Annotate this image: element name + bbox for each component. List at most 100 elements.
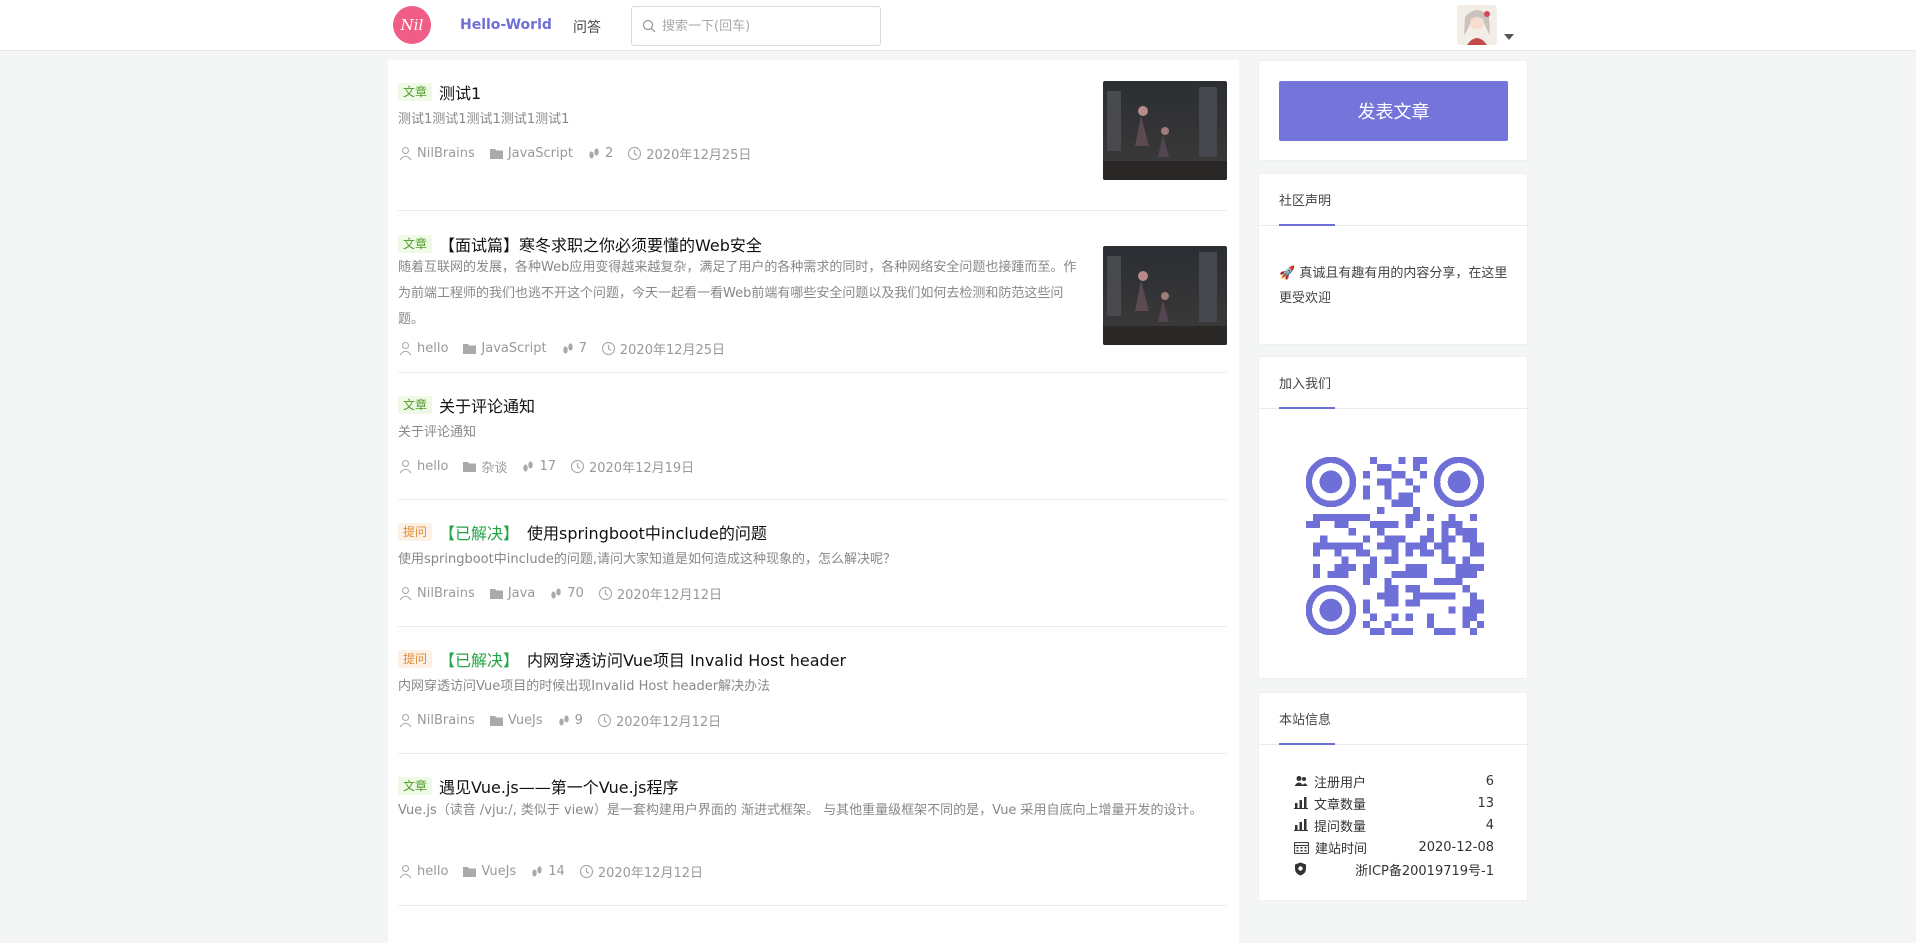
article-summary: 内网穿透访问Vue项目的时候出现Invalid Host header解决办法 xyxy=(398,679,771,694)
category[interactable]: VueJs xyxy=(489,713,543,728)
views-count: 9 xyxy=(574,713,583,728)
date-text: 2020年12月12日 xyxy=(615,715,722,730)
article-summary: 关于评论通知 xyxy=(398,425,477,440)
article-meta: hello VueJs 14 2020年12月12日 xyxy=(398,862,717,881)
article-summary: 测试1测试1测试1测试1测试1 xyxy=(398,112,570,127)
author[interactable]: NilBrains xyxy=(398,713,475,728)
site-info-title: 本站信息 xyxy=(1279,713,1332,728)
author[interactable]: NilBrains xyxy=(398,586,475,601)
user-icon xyxy=(399,146,412,161)
qr-code-icon xyxy=(1306,457,1484,635)
stat-icp-record[interactable]: 浙ICP备20019719号-1 xyxy=(1294,858,1494,880)
user-menu-caret-icon[interactable] xyxy=(1504,34,1514,40)
footprint-icon xyxy=(523,460,534,472)
solved-badge: 【已解决】 xyxy=(439,651,520,670)
category[interactable]: VueJs xyxy=(462,864,516,879)
author[interactable]: hello xyxy=(398,341,448,356)
stat-label: 注册用户 xyxy=(1314,775,1367,791)
stat-value: 2020-12-08 xyxy=(1418,839,1494,855)
publish-article-button[interactable]: 发表文章 xyxy=(1279,81,1508,141)
publish-card: 发表文章 xyxy=(1258,60,1528,161)
article-title[interactable]: 遇见Vue.js——第一个Vue.js程序 xyxy=(439,774,678,798)
article-tag: 文章 xyxy=(398,235,433,253)
date-text: 2020年12月12日 xyxy=(616,588,722,603)
user-avatar[interactable] xyxy=(1457,5,1497,45)
category[interactable]: JavaScript xyxy=(489,146,573,161)
date-text: 2020年12月12日 xyxy=(597,866,703,881)
icp-text[interactable]: 浙ICP备20019719号-1 xyxy=(1355,860,1494,879)
article-tag: 文章 xyxy=(398,396,433,414)
author[interactable]: NilBrains xyxy=(398,146,475,161)
nav-hello-world[interactable]: Hello-World xyxy=(460,17,552,33)
clock-icon xyxy=(579,864,593,879)
author[interactable]: hello xyxy=(398,459,448,474)
solved-badge: 【已解决】 xyxy=(439,524,520,543)
views: 70 xyxy=(549,586,584,601)
article-list: 文章 测试1 测试1测试1测试1测试1测试1 NilBrains JavaScr… xyxy=(388,60,1239,943)
category-name: VueJs xyxy=(507,713,543,728)
stat-founded-date: 建站时间 2020-12-08 xyxy=(1294,836,1494,858)
footprint-icon xyxy=(532,865,542,877)
category[interactable]: JavaScript xyxy=(462,341,547,356)
folder-icon xyxy=(463,462,477,472)
article-thumbnail[interactable] xyxy=(1103,246,1227,345)
article-meta: hello JavaScript 7 2020年12月25日 xyxy=(398,339,739,358)
search-box[interactable] xyxy=(631,6,881,46)
category[interactable]: Java xyxy=(489,586,535,601)
stat-label: 建站时间 xyxy=(1315,841,1368,857)
question-tag: 提问 xyxy=(398,650,433,668)
footprint-icon xyxy=(562,342,573,354)
folder-icon xyxy=(489,589,503,599)
article-title[interactable]: 关于评论通知 xyxy=(439,393,535,417)
article-title[interactable]: 测试1 xyxy=(439,80,481,104)
article-title[interactable]: 【面试篇】寒冬求职之你必须要懂的Web安全 xyxy=(439,232,762,256)
nav-qa[interactable]: 问答 xyxy=(573,17,601,37)
user-icon xyxy=(399,864,412,879)
clock-icon xyxy=(597,713,612,728)
views: 7 xyxy=(561,341,587,356)
author[interactable]: hello xyxy=(398,864,448,879)
stat-article-count: 文章数量 13 xyxy=(1294,792,1494,814)
date: 2020年12月12日 xyxy=(598,584,722,603)
date-text: 2020年12月25日 xyxy=(646,148,752,163)
stat-label: 提问数量 xyxy=(1314,819,1367,835)
header-underline xyxy=(1279,743,1335,745)
views-count: 17 xyxy=(539,459,556,474)
views: 17 xyxy=(521,459,556,474)
author-name: hello xyxy=(417,459,449,474)
author-name: NilBrains xyxy=(417,713,475,728)
article-item[interactable]: 文章 测试1 测试1测试1测试1测试1测试1 NilBrains JavaScr… xyxy=(398,60,1227,211)
article-item[interactable]: 提问 【已解决】 使用springboot中include的问题 使用sprin… xyxy=(398,500,1227,627)
article-summary: Vue.js（读音 /vjuː/, 类似于 view）是一套构建用户界面的 渐进… xyxy=(398,803,1203,818)
article-title[interactable]: 使用springboot中include的问题 xyxy=(527,520,767,544)
category[interactable]: 杂谈 xyxy=(462,457,507,476)
stat-value: 4 xyxy=(1485,817,1494,833)
category-name: 杂谈 xyxy=(481,461,508,476)
category-name: VueJs xyxy=(481,864,517,879)
folder-icon xyxy=(489,149,503,159)
notice-card: 社区声明 🚀 真诚且有趣有用的内容分享，在这里更受欢迎 xyxy=(1258,173,1528,345)
article-title[interactable]: 内网穿透访问Vue项目 Invalid Host header xyxy=(527,647,846,671)
article-item[interactable]: 文章 关于评论通知 关于评论通知 hello 杂谈 17 2020年12月19日 xyxy=(398,373,1227,500)
author-name: hello xyxy=(417,341,449,356)
article-item[interactable]: 文章 遇见Vue.js——第一个Vue.js程序 Vue.js（读音 /vjuː… xyxy=(398,754,1227,906)
author-name: NilBrains xyxy=(417,146,475,161)
site-info-header: 本站信息 xyxy=(1259,693,1527,745)
article-thumbnail[interactable] xyxy=(1103,81,1227,180)
views-count: 70 xyxy=(567,586,584,601)
stat-question-count: 提问数量 4 xyxy=(1294,814,1494,836)
author-name: hello xyxy=(417,864,449,879)
date-text: 2020年12月25日 xyxy=(619,343,726,358)
site-logo[interactable]: Nil xyxy=(393,6,431,44)
search-input[interactable] xyxy=(662,18,862,34)
notice-header: 社区声明 xyxy=(1259,174,1527,226)
article-item[interactable]: 提问 【已解决】 内网穿透访问Vue项目 Invalid Host header… xyxy=(398,627,1227,754)
article-item[interactable]: 文章 【面试篇】寒冬求职之你必须要懂的Web安全 随着互联网的发展，各种Web应… xyxy=(398,211,1227,373)
date-text: 2020年12月19日 xyxy=(588,461,695,476)
header-underline xyxy=(1279,224,1335,226)
join-header: 加入我们 xyxy=(1259,357,1527,409)
logo-text: Nil xyxy=(400,16,424,34)
user-icon xyxy=(399,459,412,474)
shield-icon xyxy=(1295,862,1306,876)
article-meta: NilBrains JavaScript 2 2020年12月25日 xyxy=(398,144,765,163)
